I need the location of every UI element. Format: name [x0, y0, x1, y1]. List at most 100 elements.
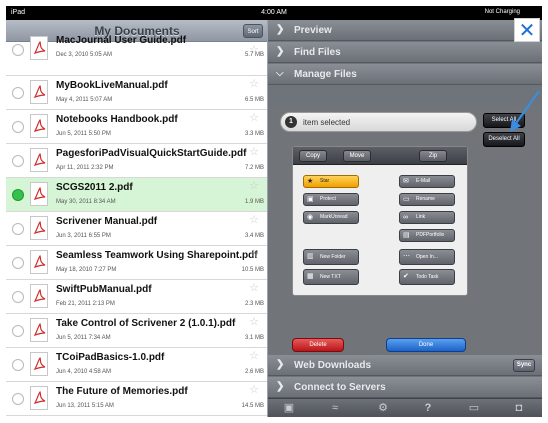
file-name: Take Control of Scrivener 2 (1.0.1).pdf	[56, 318, 236, 329]
star-icon[interactable]: ☆	[249, 146, 259, 158]
file-row[interactable]: Take Control of Scrivener 2 (1.0.1).pdf J…	[6, 314, 267, 348]
star-icon[interactable]: ☆	[249, 214, 259, 226]
link-icon: ∞	[403, 214, 408, 221]
file-date: Apr 11, 2011 2:32 PM	[56, 165, 114, 171]
file-size: 3.1 MB	[244, 335, 264, 341]
link-label: Link	[416, 214, 426, 220]
select-radio[interactable]	[12, 121, 24, 133]
selected-text: item selected	[303, 118, 351, 127]
star-icon[interactable]: ☆	[249, 350, 259, 362]
file-row[interactable]: MyBookLiveManual.pdf May 4, 2011 5:07 AM ☆…	[6, 76, 267, 110]
file-row[interactable]: Notebooks Handbook.pdf Jun 5, 2011 5:50 P…	[6, 110, 267, 144]
link-button[interactable]: ∞ Link	[399, 211, 455, 224]
manage-files-section[interactable]: ⌵ Manage Files	[268, 64, 542, 85]
email-button[interactable]: ✉ E-Mail	[399, 175, 455, 188]
file-row[interactable]: Scrivener Manual.pdf Jun 3, 2011 6:55 PM ☆…	[6, 212, 267, 246]
file-row[interactable]: PagesforiPadVisualQuickStartGuide.pdf Apr…	[6, 144, 267, 178]
select-radio[interactable]	[12, 223, 24, 235]
file-name: The Future of Memories.pdf	[56, 386, 188, 397]
file-size: 3.3 MB	[244, 131, 264, 137]
gear-icon[interactable]: ⚙	[376, 402, 390, 415]
pdf-file-icon	[30, 148, 48, 172]
bottom-toolbar: ▣ ≈ ⚙ ? ▭ ◘	[268, 398, 542, 417]
close-icon[interactable]: ✕	[514, 18, 540, 42]
protect-label: Protect	[320, 196, 336, 202]
connect-servers-section[interactable]: ❯ Connect to Servers	[268, 377, 542, 398]
more-icon: ⋯	[403, 253, 410, 260]
file-row[interactable]: SwiftPubManual.pdf Feb 21, 2011 2:13 PM ☆ 2…	[6, 280, 267, 314]
select-radio[interactable]	[12, 87, 24, 99]
file-row[interactable]: MacJournal User Guide.pdf Dec 3, 2010 5:0…	[6, 35, 267, 76]
pdf-file-icon	[30, 386, 48, 410]
preview-label: Preview	[294, 25, 332, 36]
file-name: MyBookLiveManual.pdf	[56, 80, 168, 91]
new-folder-button[interactable]: ▥ New Folder	[303, 249, 359, 265]
file-name: MacJournal User Guide.pdf	[56, 35, 187, 46]
find-files-label: Find Files	[294, 47, 341, 58]
find-files-section[interactable]: ❯ Find Files	[268, 42, 542, 63]
selection-indicator: 1 item selected	[280, 112, 477, 132]
select-radio[interactable]	[12, 393, 24, 405]
chevron-right-icon: ❯	[276, 381, 285, 392]
file-size: 10.5 MB	[241, 267, 264, 273]
file-row[interactable]: The Future of Memories.pdf Jun 13, 2011 5…	[6, 382, 267, 416]
new-folder-label: New Folder	[320, 254, 346, 260]
new-txt-button[interactable]: ▦ New TXT	[303, 269, 359, 285]
done-button[interactable]: Done	[386, 338, 466, 352]
file-row[interactable]: TCoiPadBasics-1.0.pdf Jun 4, 2010 4:58 AM…	[6, 348, 267, 382]
rename-button[interactable]: ▭ Rename	[399, 193, 455, 206]
pdf-file-icon	[30, 216, 48, 240]
file-name: Notebooks Handbook.pdf	[56, 114, 178, 125]
mark-unread-label: MarkUnread	[320, 214, 348, 220]
camera-icon[interactable]: ▣	[282, 402, 296, 415]
preview-section[interactable]: ❯ Preview	[268, 20, 542, 41]
todo-task-button[interactable]: ✔ Todo Task	[399, 269, 455, 285]
chevron-right-icon: ❯	[276, 24, 285, 35]
sort-button[interactable]: Sort	[243, 24, 263, 38]
web-downloads-label: Web Downloads	[294, 360, 372, 371]
select-radio[interactable]	[12, 189, 24, 201]
select-radio[interactable]	[12, 44, 24, 56]
rename-label: Rename	[416, 196, 435, 202]
help-icon[interactable]: ?	[421, 402, 435, 415]
star-icon[interactable]: ☆	[249, 112, 259, 124]
select-radio[interactable]	[12, 291, 24, 303]
wifi-icon[interactable]: ≈	[328, 402, 342, 415]
screen-icon[interactable]: ▭	[467, 402, 481, 415]
annotation-arrow	[510, 90, 540, 132]
star-icon[interactable]: ☆	[249, 384, 259, 396]
star-icon[interactable]: ☆	[249, 180, 259, 192]
move-button[interactable]: Move	[343, 150, 371, 162]
file-size: 14.5 MB	[241, 403, 264, 409]
select-radio[interactable]	[12, 359, 24, 371]
star-icon[interactable]: ☆	[249, 316, 259, 328]
open-in-button[interactable]: ⋯ Open In...	[399, 249, 455, 265]
file-date: Jun 5, 2011 7:34 AM	[56, 335, 111, 341]
delete-button[interactable]: Delete	[292, 338, 344, 352]
lock-icon[interactable]: ◘	[512, 402, 526, 415]
file-row[interactable]: Seamless Teamwork Using Sharepoint.pdf Ma…	[6, 246, 267, 280]
pdf-file-icon	[30, 318, 48, 342]
file-row[interactable]: SCGS2011 2.pdf May 30, 2011 8:34 AM ☆ 1.9 M…	[6, 178, 267, 212]
mark-unread-button[interactable]: ◉ MarkUnread	[303, 211, 359, 224]
select-radio[interactable]	[12, 257, 24, 269]
web-downloads-section[interactable]: ❯ Web Downloads Sync	[268, 355, 542, 376]
star-button[interactable]: ★ Star	[303, 175, 359, 188]
file-date: Jun 3, 2011 6:55 PM	[56, 233, 111, 239]
copy-button[interactable]: Copy	[299, 150, 327, 162]
pdf-portfolio-button[interactable]: ▤ PDFPortfolio	[399, 229, 455, 242]
file-list: MacJournal User Guide.pdf Dec 3, 2010 5:0…	[6, 35, 267, 416]
select-radio[interactable]	[12, 325, 24, 337]
sync-button[interactable]: Sync	[513, 359, 535, 372]
file-name: PagesforiPadVisualQuickStartGuide.pdf	[56, 148, 247, 159]
manage-files-label: Manage Files	[294, 69, 357, 80]
lock-icon: ▣	[307, 196, 314, 203]
protect-button[interactable]: ▣ Protect	[303, 193, 359, 206]
zip-button[interactable]: Zip	[419, 150, 447, 162]
select-radio[interactable]	[12, 155, 24, 167]
chevron-right-icon: ❯	[276, 46, 285, 57]
star-icon[interactable]: ☆	[249, 282, 259, 294]
star-icon[interactable]: ☆	[249, 248, 259, 260]
star-icon[interactable]: ☆	[249, 78, 259, 90]
app-window: iPad 4:00 AM Not Charging My Documents S…	[6, 6, 542, 417]
